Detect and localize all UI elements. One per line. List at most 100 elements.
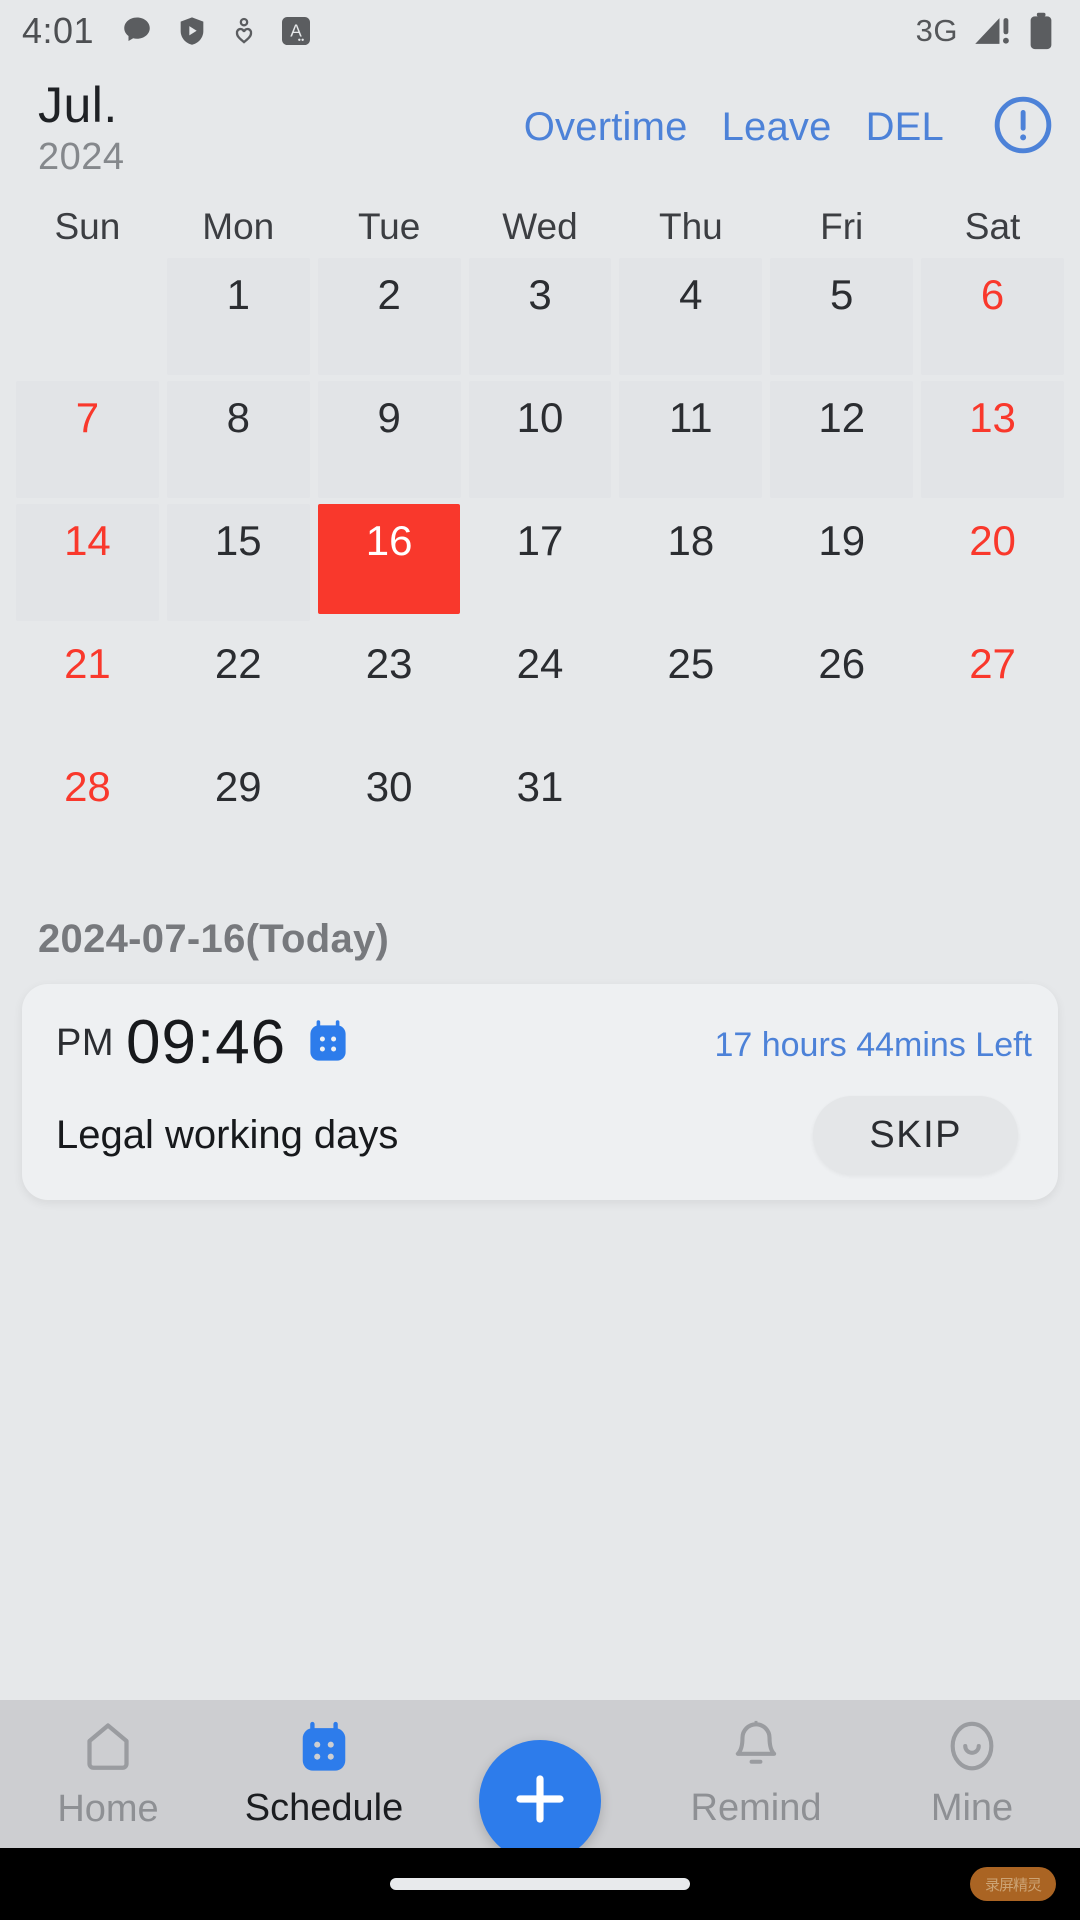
calendar-day-cell[interactable]: 30 [314, 750, 465, 873]
skip-button[interactable]: SKIP [813, 1096, 1018, 1174]
schedule-card-bottom-row: Legal working days SKIP [56, 1096, 1032, 1174]
month-year-display[interactable]: Jul. 2024 [38, 80, 125, 176]
home-indicator[interactable] [390, 1878, 690, 1890]
battery-full-icon [1028, 12, 1054, 50]
current-month-label: Jul. [38, 77, 118, 133]
calendar-week-row: 14 15 16 17 18 19 20 [12, 504, 1068, 627]
nav-remind[interactable]: Remind [648, 1700, 864, 1848]
calendar-week-row: 1 2 3 4 5 6 [12, 258, 1068, 381]
calendar-day-cell[interactable]: 14 [12, 504, 163, 627]
weekday-sun: Sun [54, 206, 121, 247]
current-year-label: 2024 [38, 136, 125, 178]
day-number: 3 [528, 271, 552, 318]
calendar-day-cell[interactable]: 11 [615, 381, 766, 504]
speech-bubble-icon [120, 14, 154, 48]
add-button[interactable] [479, 1740, 601, 1862]
calendar-day-cell[interactable]: 8 [163, 381, 314, 504]
calendar-day-cell[interactable]: 1 [163, 258, 314, 381]
overtime-button[interactable]: Overtime [524, 105, 688, 150]
calendar-day-cell[interactable]: 7 [12, 381, 163, 504]
day-number: 11 [669, 394, 713, 441]
calendar-day-cell[interactable]: 21 [12, 627, 163, 750]
calendar-day-cell[interactable]: 20 [917, 504, 1068, 627]
system-gesture-bar: 录屏精灵 [0, 1848, 1080, 1920]
day-number: 2 [377, 271, 401, 318]
calendar-week-row: 28 29 30 31 [12, 750, 1068, 873]
calendar-day-cell[interactable]: 16 [314, 504, 465, 627]
calendar-day-cell[interactable]: 25 [615, 627, 766, 750]
schedule-card-top-row: PM 09:46 17 hours 44mins Left [56, 1012, 1032, 1074]
calendar-empty-cell [917, 750, 1068, 873]
day-number: 1 [226, 271, 250, 318]
day-number: 19 [818, 517, 866, 564]
calendar-day-cell[interactable]: 13 [917, 381, 1068, 504]
day-number: 23 [365, 640, 413, 687]
nav-mine[interactable]: Mine [864, 1700, 1080, 1848]
calendar-day-cell[interactable]: 12 [766, 381, 917, 504]
calendar-day-cell[interactable]: 9 [314, 381, 465, 504]
calendar-day-cell[interactable]: 29 [163, 750, 314, 873]
calendar-icon[interactable] [304, 1017, 352, 1070]
day-number: 10 [516, 394, 564, 441]
work-type-label: Legal working days [56, 1112, 399, 1157]
day-number: 13 [969, 394, 1016, 441]
calendar-day-cell[interactable]: 28 [12, 750, 163, 873]
day-number: 12 [818, 394, 866, 441]
day-number: 5 [830, 271, 854, 318]
day-number: 6 [980, 271, 1005, 318]
day-number: 14 [64, 517, 111, 564]
calendar-day-cell[interactable]: 26 [766, 627, 917, 750]
day-number: 26 [818, 640, 866, 687]
calendar-day-cell[interactable]: 27 [917, 627, 1068, 750]
calendar-day-cell[interactable]: 4 [615, 258, 766, 381]
calendar-day-cell[interactable]: 24 [465, 627, 616, 750]
time-remaining-label: 17 hours 44mins Left [714, 1026, 1032, 1064]
day-number: 9 [377, 394, 401, 441]
weekday-header-row: Sun Mon Tue Wed Thu Fri Sat [0, 182, 1080, 258]
calendar-day-cell[interactable]: 31 [465, 750, 616, 873]
day-number: 30 [365, 763, 413, 810]
day-number: 17 [516, 517, 564, 564]
signal-warning-icon [972, 13, 1014, 49]
status-bar-notification-icons: A [120, 14, 312, 48]
header-actions: Overtime Leave DEL [524, 94, 1054, 161]
calendar-day-cell[interactable]: 19 [766, 504, 917, 627]
schedule-card[interactable]: PM 09:46 17 hours 44mins Left Legal work… [22, 984, 1058, 1200]
calendar-empty-cell [615, 750, 766, 873]
calendar-day-cell[interactable]: 15 [163, 504, 314, 627]
calendar-day-cell[interactable]: 2 [314, 258, 465, 381]
calendar-day-cell[interactable]: 22 [163, 627, 314, 750]
status-bar-system-icons: 3G [916, 12, 1054, 50]
calendar-day-cell[interactable]: 3 [465, 258, 616, 381]
calendar-day-cell[interactable]: 5 [766, 258, 917, 381]
person-icon [943, 1718, 1001, 1781]
day-number: 20 [969, 517, 1016, 564]
calendar-day-cell[interactable]: 23 [314, 627, 465, 750]
nav-schedule[interactable]: Schedule [216, 1700, 432, 1848]
del-button[interactable]: DEL [866, 105, 944, 150]
a-badge-icon: A [280, 15, 312, 47]
weekday-fri: Fri [820, 206, 864, 247]
calendar-day-cell[interactable]: 17 [465, 504, 616, 627]
calendar-day-cell[interactable]: 10 [465, 381, 616, 504]
day-number: 31 [516, 763, 564, 810]
calendar-day-cell[interactable]: 6 [917, 258, 1068, 381]
nav-home[interactable]: Home [0, 1700, 216, 1848]
app-header: Jul. 2024 Overtime Leave DEL [0, 62, 1080, 182]
calendar-day-cell[interactable]: 18 [615, 504, 766, 627]
selected-date-label: 2024-07-16(Today) [38, 917, 390, 961]
calendar-app-screen: 4:01 A 3G Jul. 2024 Overtime Leave DEL S… [0, 0, 1080, 1920]
status-bar: 4:01 A 3G [0, 0, 1080, 62]
leave-button[interactable]: Leave [722, 105, 832, 150]
bell-icon [727, 1718, 785, 1781]
nav-schedule-label: Schedule [244, 1787, 404, 1829]
day-number: 4 [679, 271, 703, 318]
calendar-empty-cell [12, 258, 163, 381]
nav-mine-label: Mine [930, 1787, 1014, 1829]
day-number: 15 [214, 517, 262, 564]
day-number: 25 [667, 640, 715, 687]
weekday-sat: Sat [964, 206, 1021, 247]
day-number: 24 [516, 640, 564, 687]
exclamation-circle-icon[interactable] [992, 94, 1054, 161]
weekday-thu: Thu [658, 206, 723, 247]
